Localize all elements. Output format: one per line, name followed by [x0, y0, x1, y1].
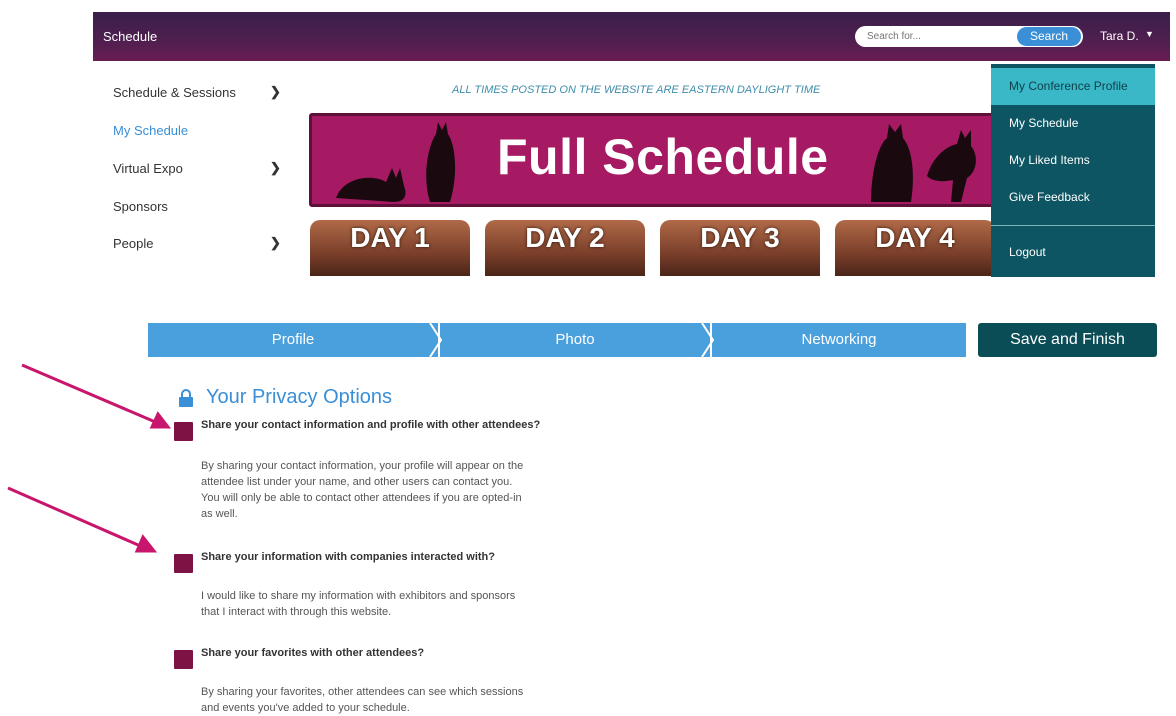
day-label: DAY 4 — [875, 222, 955, 253]
sidebar-item-schedule-sessions[interactable]: Schedule & Sessions — [113, 85, 236, 100]
step-separator-icon — [701, 323, 715, 357]
day-4-tile[interactable]: DAY 4 — [835, 220, 995, 276]
menu-item-my-liked-items[interactable]: My Liked Items — [991, 142, 1155, 179]
search-input[interactable] — [867, 29, 1007, 44]
lock-icon — [179, 389, 193, 407]
step-separator-icon — [429, 323, 443, 357]
share-companies-checkbox[interactable] — [174, 554, 193, 573]
day-label: DAY 2 — [525, 222, 605, 253]
user-menu-toggle[interactable]: Tara D. — [1100, 29, 1139, 43]
sidebar-item-people[interactable]: People — [113, 236, 153, 251]
timezone-notice: ALL TIMES POSTED ON THE WEBSITE ARE EAST… — [452, 84, 821, 96]
description-line: By sharing your favorites, other attende… — [201, 686, 524, 698]
share-companies-description: I would like to share my information wit… — [201, 588, 581, 620]
menu-item-give-feedback[interactable]: Give Feedback — [991, 179, 1155, 216]
user-dropdown-menu: My Conference Profile My Schedule My Lik… — [991, 64, 1155, 277]
chevron-right-icon[interactable]: ❯ — [270, 160, 281, 176]
banner-title: Full Schedule — [497, 129, 829, 185]
description-line: and events you've added to your schedule… — [201, 702, 410, 714]
menu-item-my-conference-profile[interactable]: My Conference Profile — [991, 68, 1155, 105]
share-companies-question: Share your information with companies in… — [201, 551, 495, 563]
share-favorites-description: By sharing your favorites, other attende… — [201, 684, 581, 716]
save-and-finish-button[interactable]: Save and Finish — [978, 323, 1157, 357]
day-2-tile[interactable]: DAY 2 — [485, 220, 645, 276]
share-contact-question: Share your contact information and profi… — [201, 419, 541, 431]
full-schedule-banner[interactable]: Full Schedule — [309, 113, 999, 207]
menu-item-my-schedule[interactable]: My Schedule — [991, 105, 1155, 142]
share-contact-description: By sharing your contact information, you… — [201, 458, 581, 522]
cat-silhouette-left-icon — [336, 122, 456, 202]
day-1-tile[interactable]: DAY 1 — [310, 220, 470, 276]
search-box: Search — [855, 26, 1083, 47]
step-profile[interactable]: Profile — [148, 323, 438, 357]
chevron-right-icon[interactable]: ❯ — [270, 84, 281, 100]
description-line: as well. — [201, 508, 238, 520]
day-3-tile[interactable]: DAY 3 — [660, 220, 820, 276]
privacy-options-heading: Your Privacy Options — [206, 386, 393, 408]
top-navigation-bar: Schedule Search Tara D. ▼ — [93, 12, 1170, 61]
step-networking[interactable]: Networking — [712, 323, 966, 357]
sidebar-item-sponsors[interactable]: Sponsors — [113, 199, 168, 214]
chevron-right-icon[interactable]: ❯ — [270, 235, 281, 251]
share-favorites-checkbox[interactable] — [174, 650, 193, 669]
share-favorites-question: Share your favorites with other attendee… — [201, 647, 425, 659]
description-line: I would like to share my information wit… — [201, 590, 516, 602]
sidebar-item-my-schedule[interactable]: My Schedule — [113, 123, 188, 138]
menu-item-logout[interactable]: Logout — [991, 234, 1155, 271]
search-button[interactable]: Search — [1017, 27, 1081, 46]
day-label: DAY 3 — [700, 222, 780, 253]
description-line: attendee list under your name, and other… — [201, 476, 513, 488]
description-line: that I interact with through this websit… — [201, 606, 392, 618]
arrow-icon — [7, 486, 158, 553]
cat-silhouette-right-icon — [871, 124, 976, 202]
share-contact-checkbox[interactable] — [174, 422, 193, 441]
caret-down-icon[interactable]: ▼ — [1145, 29, 1154, 39]
description-line: You will only be able to contact other a… — [201, 492, 522, 504]
arrow-icon — [21, 363, 172, 429]
menu-divider — [991, 225, 1155, 226]
day-label: DAY 1 — [350, 222, 430, 253]
step-photo[interactable]: Photo — [440, 323, 710, 357]
sidebar-item-virtual-expo[interactable]: Virtual Expo — [113, 161, 183, 176]
app-title[interactable]: Schedule — [103, 29, 157, 44]
description-line: By sharing your contact information, you… — [201, 460, 524, 472]
